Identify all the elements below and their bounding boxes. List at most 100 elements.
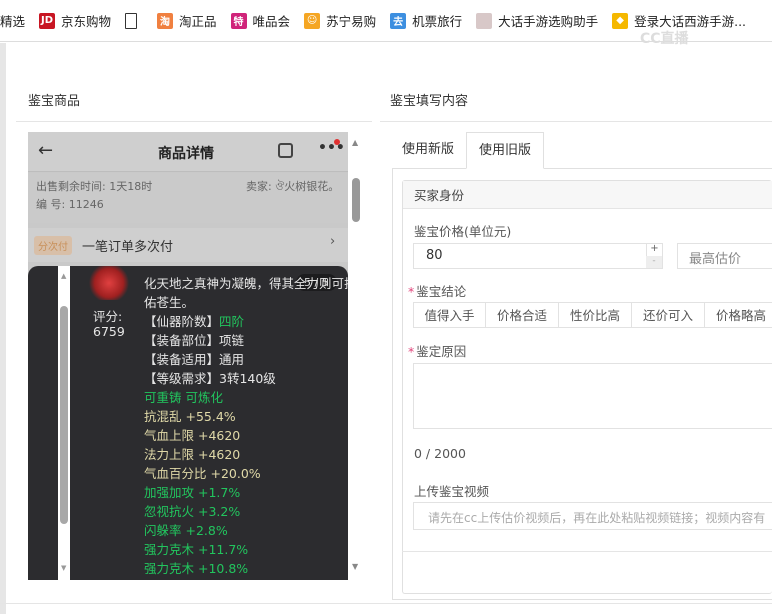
attribute-text: 抗混乱 +55.4% — [144, 409, 236, 424]
attribute-text: 化天地之真神为凝魄，得其全力则可护 — [144, 276, 348, 291]
attribute-text: 强力克木 +11.7% — [144, 542, 249, 557]
attribute-text: 【装备适用】通用 — [144, 352, 245, 367]
conclusion-option[interactable]: 价格合适 — [486, 302, 559, 328]
installment-badge: 分次付 — [34, 236, 72, 255]
back-arrow-icon[interactable]: ← — [38, 140, 53, 161]
attribute-text: 气血百分比 +20.0% — [144, 466, 261, 481]
item-attribute-line: 佑苍生。 — [144, 293, 194, 312]
divider — [402, 551, 772, 552]
item-attribute-line: 【装备部位】项链 — [144, 331, 244, 350]
bookmark-item[interactable]: 大话手游选购助手 — [476, 11, 598, 30]
installment-row[interactable]: 分次付 一笔订单多次付 › — [28, 228, 348, 262]
item-attribute-line: 法力上限 +4620 — [144, 445, 240, 464]
dahua-icon — [476, 12, 493, 29]
product-screenshot: ← 商品详情 ••• 出售剩余时间: 1天18时 卖家: ঔ火树银花。 编 号:… — [28, 132, 348, 580]
conclusion-option[interactable]: 还价可入 — [632, 302, 705, 328]
share-icon[interactable] — [278, 143, 293, 158]
tab-new-version[interactable]: 使用新版 — [390, 132, 466, 169]
item-attribute-line: 强力克木 +10.8% — [144, 559, 248, 578]
phone-title: 商品详情 — [158, 146, 214, 162]
reason-label-text: 鉴定原因 — [416, 344, 467, 359]
bookmark-label: 淘正品 — [179, 14, 217, 29]
attribute-text: 可重铸 可炼化 — [144, 390, 223, 405]
bookmark-item[interactable]: 精选 — [0, 11, 25, 30]
conclusion-label-text: 鉴宝结论 — [416, 284, 467, 299]
divider — [16, 121, 372, 122]
attribute-text: 忽视抗火 +3.2% — [144, 504, 241, 519]
bookmark-item[interactable]: ☺ 苏宁易购 — [304, 11, 376, 30]
item-attribute-line: 闪躲率 +2.8% — [144, 521, 228, 540]
notification-dot — [334, 139, 340, 145]
video-placeholder: 请先在cc上传估价视频后，再在此处粘贴视频链接；视频内容有 — [428, 511, 766, 525]
bookmark-label: 精选 — [0, 14, 26, 29]
attribute-text: 加强加攻 +1.7% — [144, 485, 241, 500]
bookmark-label: 苏宁易购 — [326, 14, 377, 29]
flight-icon: 去 — [390, 12, 407, 29]
item-attribute-line: 加强加攻 +1.7% — [144, 483, 240, 502]
item-attribute-line: 【仙器阶数】四阶 — [144, 312, 244, 331]
installment-text: 一笔订单多次付 — [82, 240, 174, 255]
left-panel-title: 鉴宝商品 — [28, 94, 81, 109]
item-attribute-line: 【等级需求】3转140级 — [144, 369, 276, 388]
score-value: 6759 — [93, 324, 125, 339]
bookmark-item[interactable]: 特唯品会 — [230, 11, 291, 30]
conclusion-option[interactable]: 性价比高 — [559, 302, 632, 328]
decrement-button[interactable]: - — [646, 256, 662, 268]
left-edge — [0, 43, 6, 614]
divider — [0, 603, 772, 604]
bookmark-item[interactable] — [125, 12, 143, 29]
attribute-text: 气血上限 +4620 — [144, 428, 241, 443]
max-price-input[interactable]: 最高估价 — [677, 243, 772, 269]
video-label: 上传鉴宝视频 — [414, 484, 490, 499]
max-price-placeholder: 最高估价 — [689, 252, 742, 267]
item-attribute-line: 忽视抗火 +3.2% — [144, 502, 240, 521]
page-icon — [125, 12, 138, 29]
item-attribute-line: 强力克木 +11.7% — [144, 540, 248, 559]
item-attribute-line: 化天地之真神为凝魄，得其全力则可护 — [144, 274, 348, 293]
item-detail-card: ▲ ▼ 评分: 6759 5 / 5 化天地之真神为凝魄，得其全力则可护 佑苍生。… — [28, 266, 348, 580]
inner-scroll-thumb[interactable] — [60, 306, 68, 524]
attribute-text: 强力克木 +10.8% — [144, 561, 249, 576]
right-panel-title: 鉴宝填写内容 — [390, 94, 469, 109]
bookmark-item[interactable]: 淘淘正品 — [157, 11, 217, 30]
chevron-right-icon: › — [330, 234, 336, 249]
reason-textarea[interactable] — [413, 363, 772, 429]
reason-label: * 鉴定原因 — [408, 344, 467, 359]
seller-name: 卖家: ঔ火树银花。 — [246, 180, 340, 193]
more-icon[interactable]: ••• — [318, 140, 345, 156]
attribute-text: 【仙器阶数】 — [144, 314, 220, 329]
divider — [380, 121, 772, 122]
chick-icon: ◆ — [612, 12, 629, 29]
conclusion-label: * 鉴宝结论 — [408, 284, 467, 299]
conclusion-option[interactable]: 价格略高 — [705, 302, 772, 328]
bookmark-item[interactable]: JD 京东购物 — [39, 11, 111, 30]
price-input[interactable]: 80 + - — [413, 243, 663, 269]
section-title: 买家身份 — [414, 188, 465, 203]
attribute-text: 法力上限 +4620 — [144, 447, 241, 462]
bookmark-label: 唯品会 — [252, 14, 291, 29]
item-attribute-line: 可重铸 可炼化 — [144, 388, 223, 407]
vip-icon: 特 — [230, 12, 247, 29]
price-label: 鉴宝价格(单位元) — [414, 224, 512, 239]
jd-icon: JD — [39, 12, 56, 29]
left-panel-scrollbar[interactable]: ▲ ▼ — [350, 132, 362, 580]
bookmark-item[interactable]: 去机票旅行 — [390, 11, 462, 30]
inner-scrollbar[interactable]: ▲ ▼ — [58, 266, 70, 580]
video-link-input[interactable]: 请先在cc上传估价视频后，再在此处粘贴视频链接；视频内容有 — [413, 502, 772, 530]
item-attribute-line: 【装备适用】通用 — [144, 350, 244, 369]
increment-button[interactable]: + — [646, 243, 662, 256]
remaining-time: 出售剩余时间: 1天18时 — [36, 180, 153, 193]
char-counter: 0 / 2000 — [414, 446, 466, 461]
attribute-text: 佑苍生。 — [144, 295, 195, 310]
tab-old-version[interactable]: 使用旧版 — [466, 132, 545, 169]
item-attribute-line: 抗混乱 +55.4% — [144, 407, 236, 426]
conclusion-option[interactable]: 值得入手 — [413, 302, 486, 328]
bookmark-label: 机票旅行 — [412, 14, 463, 29]
item-attribute-line: 气血上限 +4620 — [144, 426, 240, 445]
suning-icon: ☺ — [304, 12, 321, 29]
taozhengpin-icon: 淘 — [157, 12, 174, 29]
serial-number: 编 号: 11246 — [36, 198, 104, 211]
attribute-text: 闪躲率 +2.8% — [144, 523, 228, 538]
score-label: 评分: — [93, 309, 123, 324]
scroll-thumb[interactable] — [352, 178, 360, 222]
